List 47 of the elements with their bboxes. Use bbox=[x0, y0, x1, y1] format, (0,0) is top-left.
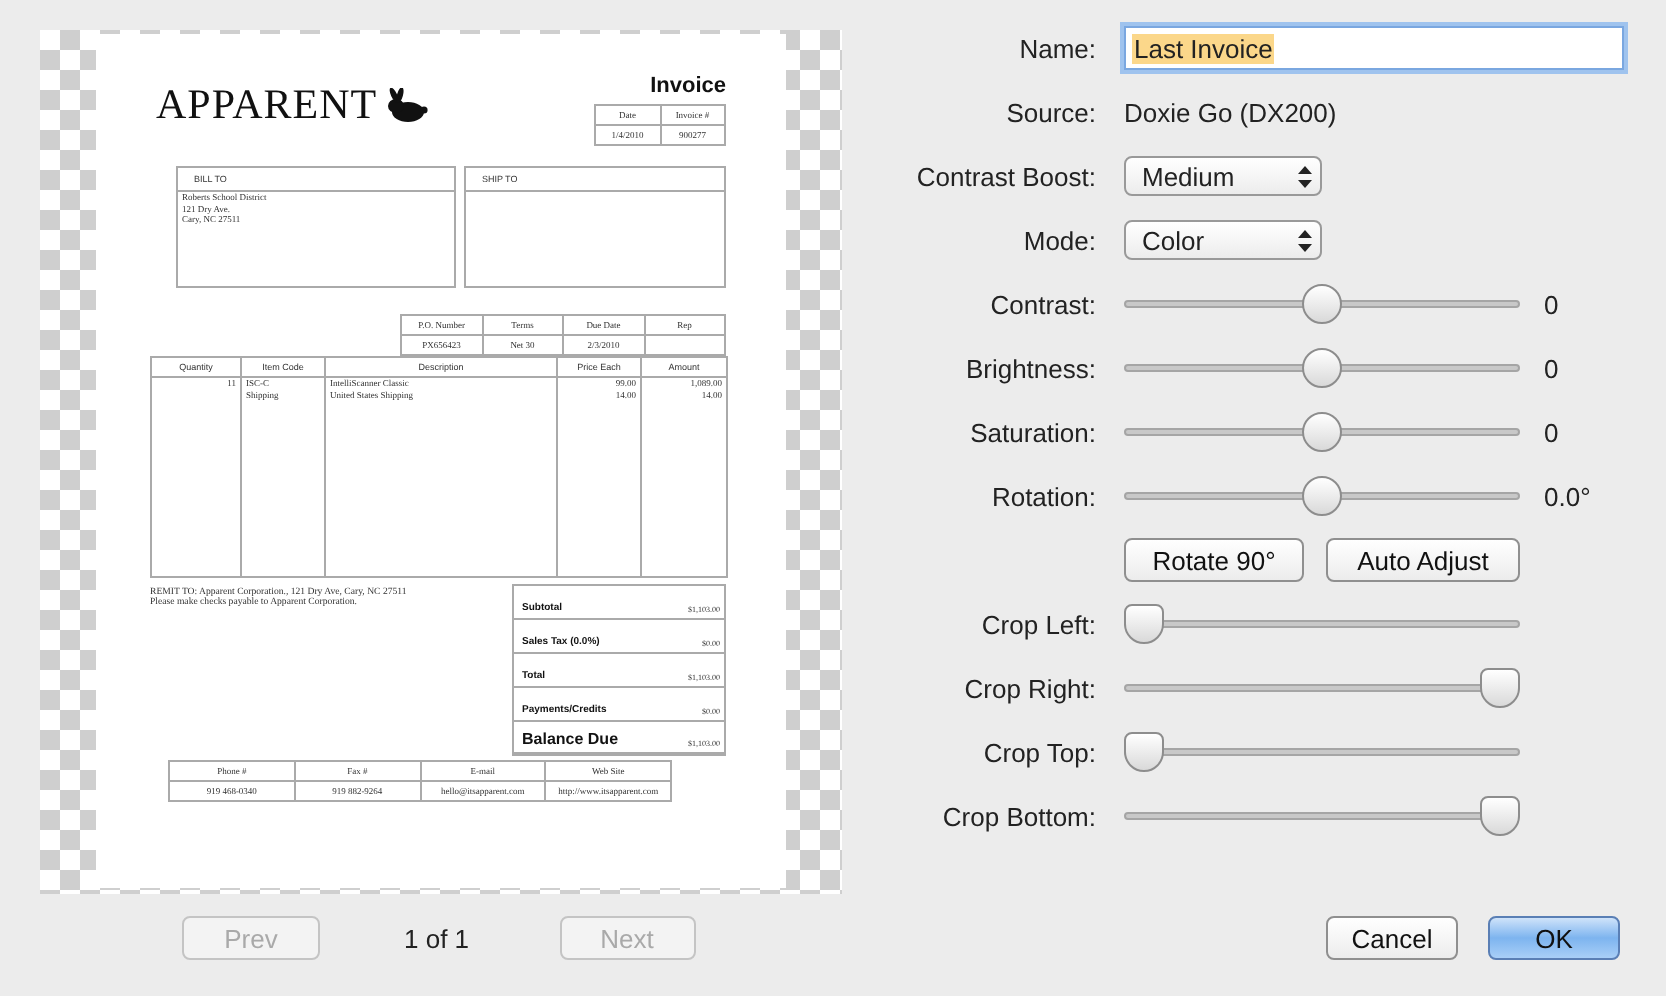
total-label: Balance Due bbox=[522, 729, 619, 747]
source-value: Doxie Go (DX200) bbox=[1124, 97, 1337, 127]
field-label: Crop Left: bbox=[979, 609, 1096, 639]
field-label: Mode: bbox=[1021, 225, 1096, 255]
slider-thumb[interactable] bbox=[1302, 348, 1342, 388]
updown-arrows-icon bbox=[1298, 229, 1312, 251]
slider[interactable] bbox=[1124, 796, 1520, 836]
slider[interactable] bbox=[1124, 284, 1520, 324]
field-label: Crop Top: bbox=[981, 737, 1096, 767]
field-label: Name: bbox=[1017, 33, 1096, 63]
slider-value: 0.0° bbox=[1544, 481, 1591, 511]
slider-value: 0 bbox=[1544, 417, 1559, 447]
page-indicator: 1 of 1 bbox=[404, 923, 470, 953]
popup-button[interactable]: Medium bbox=[1124, 156, 1322, 196]
field-label: Contrast: bbox=[988, 289, 1096, 319]
document-title: Invoice bbox=[650, 74, 726, 98]
slider-thumb[interactable] bbox=[1302, 284, 1342, 324]
slider[interactable] bbox=[1124, 732, 1520, 772]
slider[interactable] bbox=[1124, 412, 1520, 452]
slider-value: 0 bbox=[1544, 289, 1559, 319]
field-label: Crop Bottom: bbox=[940, 801, 1096, 831]
slider[interactable] bbox=[1124, 668, 1520, 708]
slider-thumb[interactable] bbox=[1124, 732, 1164, 772]
slider-value: 0 bbox=[1544, 353, 1559, 383]
slider-thumb[interactable] bbox=[1302, 476, 1342, 516]
field-label: Rotation: bbox=[989, 481, 1096, 511]
slider-thumb[interactable] bbox=[1302, 412, 1342, 452]
name-field[interactable]: Last Invoice bbox=[1124, 26, 1624, 70]
slider-thumb[interactable] bbox=[1124, 604, 1164, 644]
action-button[interactable]: Rotate 90° bbox=[1124, 538, 1304, 582]
action-button[interactable]: Auto Adjust bbox=[1326, 538, 1520, 582]
slider-thumb[interactable] bbox=[1480, 796, 1520, 836]
ok-button[interactable]: OK bbox=[1488, 916, 1620, 960]
field-label: Contrast Boost: bbox=[914, 161, 1096, 191]
slider[interactable] bbox=[1124, 348, 1520, 388]
popup-button[interactable]: Color bbox=[1124, 220, 1322, 260]
cancel-button[interactable]: Cancel bbox=[1326, 916, 1458, 960]
slider[interactable] bbox=[1124, 476, 1520, 516]
field-label: Saturation: bbox=[968, 417, 1096, 447]
slider[interactable] bbox=[1124, 604, 1520, 644]
updown-arrows-icon bbox=[1298, 165, 1312, 187]
field-label: Source: bbox=[1004, 97, 1096, 127]
field-label: Brightness: bbox=[963, 353, 1096, 383]
rabbit-icon bbox=[383, 87, 428, 123]
logo-text: APPARENT bbox=[156, 80, 378, 130]
field-label: Crop Right: bbox=[962, 673, 1096, 703]
slider-thumb[interactable] bbox=[1480, 668, 1520, 708]
